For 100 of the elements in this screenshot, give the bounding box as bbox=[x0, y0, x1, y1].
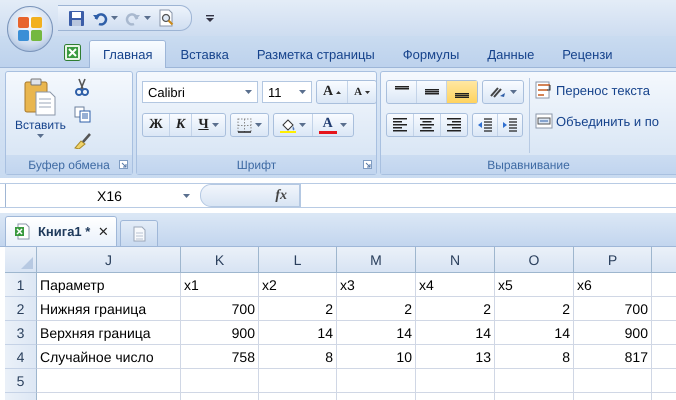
table-cell-text: 2 bbox=[403, 300, 412, 316]
ribbon-tab[interactable]: Рецензи bbox=[548, 40, 627, 67]
row-header[interactable]: 4 bbox=[5, 345, 37, 369]
wrap-text-button[interactable]: Перенос текста bbox=[535, 81, 659, 99]
up-caret-icon bbox=[336, 90, 342, 94]
ribbon-tab[interactable]: Данные bbox=[473, 40, 548, 67]
undo-icon bbox=[92, 10, 108, 26]
table-cell-text: 2 bbox=[561, 300, 570, 316]
paste-button[interactable]: Вставить bbox=[11, 78, 70, 153]
table-cell-text: x2 bbox=[262, 276, 278, 292]
column-header[interactable]: L bbox=[259, 247, 337, 273]
document-icon bbox=[132, 226, 146, 242]
table-cell-text: Параметр bbox=[40, 276, 106, 292]
column-header[interactable]: O bbox=[495, 247, 574, 273]
grow-font-button[interactable]: A bbox=[317, 81, 348, 103]
table-cell-text: 2 bbox=[324, 300, 333, 316]
column-header[interactable]: P bbox=[574, 247, 652, 273]
row-header[interactable]: 2 bbox=[5, 297, 37, 321]
caret-icon bbox=[298, 123, 306, 127]
dropdown-caret-icon bbox=[111, 16, 118, 20]
close-button[interactable]: × bbox=[98, 222, 108, 242]
align-lines-icon bbox=[393, 118, 407, 132]
cut-button[interactable] bbox=[74, 78, 92, 96]
table-cell-text: 10 bbox=[395, 348, 412, 364]
clipboard-icon bbox=[24, 78, 56, 116]
redo-button[interactable] bbox=[123, 10, 153, 26]
ribbon-tab[interactable]: Разметка страницы bbox=[242, 40, 389, 67]
save-button[interactable] bbox=[66, 10, 87, 26]
group-label: Буфер обмена bbox=[28, 158, 110, 172]
column-header[interactable]: N bbox=[416, 247, 495, 273]
shrink-font-button[interactable]: A bbox=[348, 81, 376, 103]
font-size-dropdown[interactable]: 11 bbox=[262, 81, 312, 103]
align-lines-icon bbox=[447, 118, 461, 132]
workbook-tab[interactable]: Книга1 * × bbox=[5, 216, 118, 246]
scissors-icon bbox=[74, 78, 90, 96]
bold-button[interactable]: Ж bbox=[143, 114, 170, 136]
group-label: Шрифт bbox=[236, 158, 276, 172]
merge-cells-icon bbox=[535, 113, 553, 129]
column-header[interactable]: M bbox=[337, 247, 416, 273]
ribbon-tab[interactable]: Главная bbox=[89, 40, 166, 68]
vertical-align-button[interactable] bbox=[447, 81, 477, 103]
workbook-title: Книга1 * bbox=[38, 224, 90, 239]
caret-icon bbox=[245, 90, 252, 94]
column-header[interactable]: J bbox=[37, 247, 181, 273]
dialog-launcher-icon[interactable] bbox=[363, 160, 372, 169]
group-label: Выравнивание bbox=[487, 158, 570, 172]
caret-icon bbox=[212, 123, 219, 127]
row-header[interactable]: 1 bbox=[5, 273, 37, 297]
table-cell-text: x1 bbox=[184, 276, 200, 292]
table-cell-text: 2 bbox=[482, 300, 491, 316]
caret-icon bbox=[340, 123, 347, 127]
customize-toolbar-button[interactable] bbox=[204, 14, 216, 22]
table-cell-text: 8 bbox=[561, 348, 570, 364]
caret-icon bbox=[510, 90, 517, 94]
excel-icon bbox=[14, 223, 30, 240]
copy-button[interactable] bbox=[74, 106, 92, 122]
table-cell-text: x4 bbox=[419, 276, 435, 292]
table-cell-text: 900 bbox=[230, 324, 255, 340]
table-cell-text: x5 bbox=[498, 276, 514, 292]
insert-function-button[interactable]: fx bbox=[200, 184, 300, 207]
menu-caret-icon bbox=[206, 14, 214, 22]
table-cell-text: Нижняя граница bbox=[40, 300, 148, 316]
dropdown-caret-icon bbox=[144, 16, 151, 20]
align-lines-icon bbox=[424, 89, 438, 95]
caret-icon bbox=[36, 134, 44, 138]
dialog-launcher-icon[interactable] bbox=[119, 160, 128, 169]
table-cell-text: 817 bbox=[624, 348, 648, 364]
caret-icon bbox=[183, 194, 190, 198]
print-preview-icon bbox=[158, 9, 175, 27]
table-cell-text: 14 bbox=[553, 324, 570, 340]
italic-button[interactable]: К bbox=[170, 114, 192, 136]
table-cell-text: 700 bbox=[230, 300, 255, 316]
table-cell-text: 700 bbox=[624, 300, 648, 316]
logo-icon bbox=[17, 16, 43, 42]
down-caret-icon bbox=[365, 90, 370, 94]
ribbon-tab[interactable]: Формулы bbox=[388, 40, 474, 67]
caret-icon bbox=[299, 90, 306, 94]
table-cell-text: 14 bbox=[316, 324, 333, 340]
brush-icon bbox=[74, 132, 92, 149]
row-header[interactable]: 5 bbox=[5, 369, 37, 393]
merge-button[interactable]: Объединить и по bbox=[535, 113, 659, 129]
table-cell-text: Верхняя граница bbox=[40, 324, 152, 340]
table-cell-text: 14 bbox=[474, 324, 491, 340]
underline-button[interactable]: Ч bbox=[192, 114, 225, 136]
outdent-icon bbox=[477, 117, 493, 133]
indent-icon bbox=[502, 117, 518, 133]
table-cell-text: x3 bbox=[340, 276, 356, 292]
column-header[interactable]: K bbox=[181, 247, 259, 273]
align-lines-icon bbox=[394, 86, 408, 90]
table-cell-text: 900 bbox=[624, 324, 648, 340]
font-name-dropdown[interactable]: Calibri bbox=[142, 81, 258, 103]
ribbon-tab[interactable]: Вставка bbox=[166, 40, 243, 67]
row-header[interactable]: 3 bbox=[5, 321, 37, 345]
redo-icon bbox=[125, 10, 141, 26]
table-cell-text: Случайное число bbox=[40, 348, 155, 364]
copy-icon bbox=[74, 106, 91, 122]
borders-icon bbox=[236, 118, 252, 132]
table-cell-text: 758 bbox=[230, 348, 255, 364]
format-painter-button[interactable] bbox=[74, 132, 92, 149]
undo-button[interactable] bbox=[90, 10, 120, 26]
